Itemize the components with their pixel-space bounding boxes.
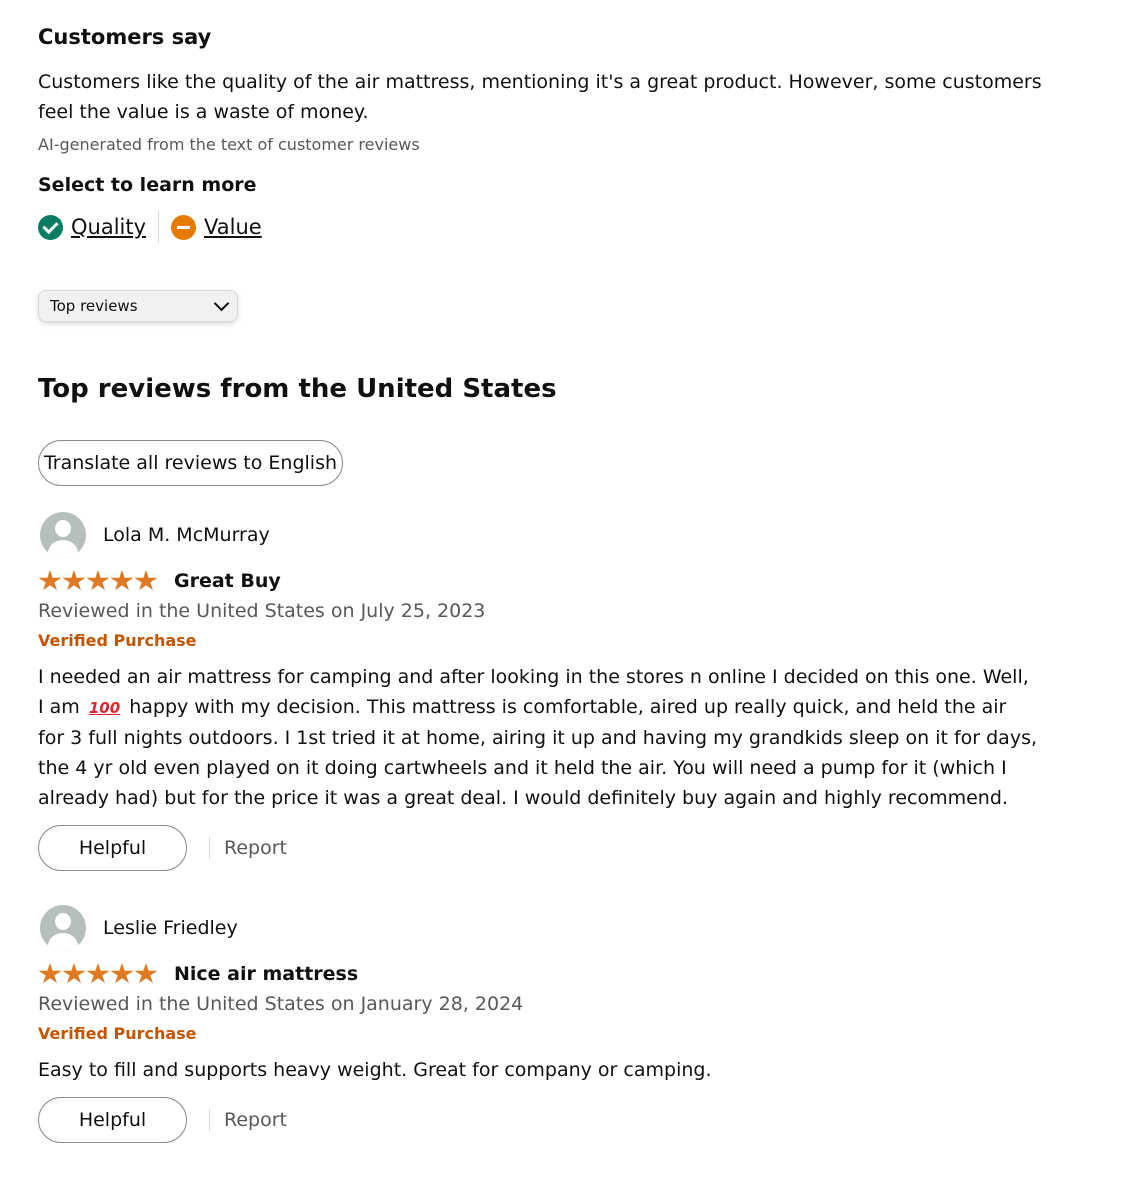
star-icon xyxy=(86,570,110,591)
review-body: Easy to fill and supports heavy weight. … xyxy=(38,1059,712,1081)
avatar-icon xyxy=(40,905,86,951)
review-date: Reviewed in the United States on January… xyxy=(38,993,524,1015)
minus-circle-icon xyxy=(171,214,197,240)
aspect-divider xyxy=(158,211,160,243)
review-profile[interactable]: Lola M. McMurray xyxy=(38,512,1048,558)
aspect-quality-label[interactable]: Quality xyxy=(71,215,146,239)
review-date: Reviewed in the United States on July 25… xyxy=(38,600,486,622)
star-icon xyxy=(38,570,62,591)
review-profile[interactable]: Leslie Friedley xyxy=(38,905,1048,951)
action-divider xyxy=(209,1109,210,1131)
star-icon xyxy=(110,963,134,984)
translate-reviews-button[interactable]: Translate all reviews to English xyxy=(38,440,343,486)
review-title-row: Nice air mattress xyxy=(38,959,1048,989)
aspect-value-label[interactable]: Value xyxy=(204,215,262,239)
review-title-row: Great Buy xyxy=(38,566,1048,596)
star-icon xyxy=(134,963,158,984)
aspect-value[interactable]: Value xyxy=(171,214,262,240)
ai-generated-note: AI-generated from the text of customer r… xyxy=(38,135,420,154)
chevron-down-icon xyxy=(213,295,230,312)
sort-dropdown[interactable]: Top reviews xyxy=(38,290,238,322)
helpful-button[interactable]: Helpful xyxy=(38,1097,187,1143)
review-item: Leslie Friedley Nice air mattress Review… xyxy=(38,905,1048,1143)
helpful-button[interactable]: Helpful xyxy=(38,825,187,871)
select-to-learn-heading: Select to learn more xyxy=(38,174,257,196)
action-divider xyxy=(209,837,210,859)
hundred-points-emoji-icon: 100 xyxy=(88,699,121,717)
star-icon xyxy=(62,570,86,591)
review-actions: Helpful Report xyxy=(38,825,1048,871)
review-item: Lola M. McMurray Great Buy Reviewed in t… xyxy=(38,512,1048,871)
review-body-end: happy with my decision. This mattress is… xyxy=(38,696,1038,809)
reviewer-name[interactable]: Lola M. McMurray xyxy=(103,524,270,546)
review-body: I needed an air mattress for camping and… xyxy=(38,662,1038,813)
report-link[interactable]: Report xyxy=(224,837,287,859)
verified-purchase-badge[interactable]: Verified Purchase xyxy=(38,628,1048,654)
reviewer-name[interactable]: Leslie Friedley xyxy=(103,917,238,939)
ai-summary-text: Customers like the quality of the air ma… xyxy=(38,71,1042,123)
star-icon xyxy=(86,963,110,984)
review-title[interactable]: Nice air mattress xyxy=(174,963,358,985)
check-circle-icon xyxy=(38,214,63,240)
report-link[interactable]: Report xyxy=(224,1109,287,1131)
customers-say-heading: Customers say xyxy=(38,25,212,49)
top-reviews-heading: Top reviews from the United States xyxy=(38,374,557,404)
sort-dropdown-value: Top reviews xyxy=(50,297,138,315)
star-icon xyxy=(62,963,86,984)
aspect-quality[interactable]: Quality xyxy=(38,214,146,240)
avatar-icon xyxy=(40,512,86,558)
review-actions: Helpful Report xyxy=(38,1097,1048,1143)
star-rating[interactable] xyxy=(38,963,158,985)
review-title[interactable]: Great Buy xyxy=(174,570,281,592)
star-icon xyxy=(38,963,62,984)
verified-purchase-badge[interactable]: Verified Purchase xyxy=(38,1021,1048,1047)
star-rating[interactable] xyxy=(38,570,158,592)
aspect-chips: Quality Value xyxy=(38,211,262,243)
star-icon xyxy=(110,570,134,591)
star-icon xyxy=(134,570,158,591)
